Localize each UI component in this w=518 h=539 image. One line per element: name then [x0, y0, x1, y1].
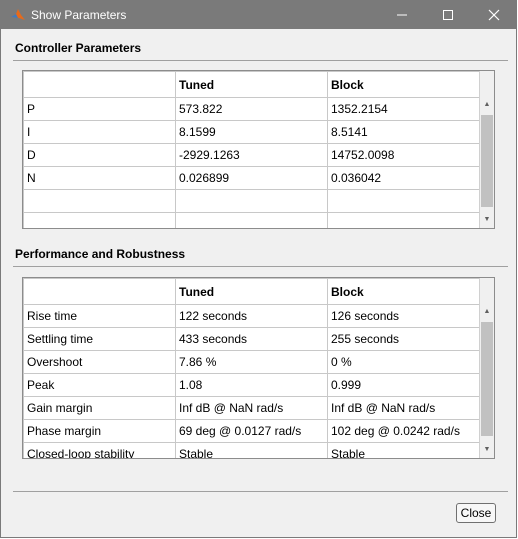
row-label: Closed-loop stability: [23, 442, 176, 458]
table-header-row: Tuned Block: [23, 71, 482, 98]
maximize-button[interactable]: [425, 1, 471, 29]
row-label: N: [23, 166, 176, 190]
tuned-value: 7.86 %: [175, 350, 328, 374]
tuned-value: 433 seconds: [175, 327, 328, 351]
block-value: 14752.0098: [327, 143, 482, 167]
scroll-down-arrow-icon[interactable]: ▼: [480, 442, 494, 458]
row-label: I: [23, 120, 176, 144]
table-row[interactable]: D -2929.1263 14752.0098: [23, 143, 482, 167]
block-value: 0 %: [327, 350, 482, 374]
row-label: Overshoot: [23, 350, 176, 374]
block-value: 0.999: [327, 373, 482, 397]
tuned-value: -2929.1263: [175, 143, 328, 167]
column-header-tuned: Tuned: [175, 71, 328, 98]
window-title: Show Parameters: [31, 8, 127, 22]
tuned-value: 8.1599: [175, 120, 328, 144]
table-header-row: Tuned Block: [23, 278, 482, 305]
close-button[interactable]: Close: [456, 503, 496, 523]
block-value: 102 deg @ 0.0242 rad/s: [327, 419, 482, 443]
tuned-value: 1.08: [175, 373, 328, 397]
tuned-value: [175, 212, 328, 228]
row-label: P: [23, 97, 176, 121]
table-row-empty[interactable]: [23, 189, 482, 213]
table-row[interactable]: Phase margin 69 deg @ 0.0127 rad/s 102 d…: [23, 419, 482, 443]
block-value: 8.5141: [327, 120, 482, 144]
close-window-button[interactable]: [471, 1, 517, 29]
minimize-button[interactable]: [379, 1, 425, 29]
table-row[interactable]: N 0.026899 0.036042: [23, 166, 482, 190]
minimize-icon: [397, 14, 407, 16]
tuned-value: [175, 189, 328, 213]
maximize-icon: [443, 10, 453, 20]
table-row[interactable]: Peak 1.08 0.999: [23, 373, 482, 397]
close-icon: [488, 9, 500, 21]
controller-parameters-table[interactable]: Tuned Block P 573.822 1352.2154 I 8.1599…: [22, 70, 495, 229]
matlab-icon: [10, 7, 26, 23]
column-header-tuned: Tuned: [175, 278, 328, 305]
table-row[interactable]: Closed-loop stability Stable Stable: [23, 442, 482, 458]
show-parameters-window: Show Parameters Controller Parameters Tu…: [0, 0, 517, 538]
block-value: 126 seconds: [327, 304, 482, 328]
table-row[interactable]: Overshoot 7.86 % 0 %: [23, 350, 482, 374]
table-row[interactable]: I 8.1599 8.5141: [23, 120, 482, 144]
performance-robustness-heading: Performance and Robustness: [15, 247, 186, 261]
block-value: Stable: [327, 442, 482, 458]
performance-robustness-table[interactable]: Tuned Block Rise time 122 seconds 126 se…: [22, 277, 495, 459]
tuned-value: Stable: [175, 442, 328, 458]
scroll-up-arrow-icon[interactable]: ▲: [480, 97, 494, 113]
column-header-block: Block: [327, 278, 482, 305]
row-label: Settling time: [23, 327, 176, 351]
tuned-value: 573.822: [175, 97, 328, 121]
row-label: Gain margin: [23, 396, 176, 420]
table-row[interactable]: Rise time 122 seconds 126 seconds: [23, 304, 482, 328]
table-row-empty[interactable]: [23, 212, 482, 228]
table-row[interactable]: P 573.822 1352.2154: [23, 97, 482, 121]
row-label: D: [23, 143, 176, 167]
block-value: Inf dB @ NaN rad/s: [327, 396, 482, 420]
tuned-value: 0.026899: [175, 166, 328, 190]
scroll-up-arrow-icon[interactable]: ▲: [480, 304, 494, 320]
row-label: Peak: [23, 373, 176, 397]
row-label: Rise time: [23, 304, 176, 328]
column-header-block: Block: [327, 71, 482, 98]
footer-divider: [13, 491, 508, 492]
divider: [13, 266, 508, 267]
column-header-name: [23, 71, 176, 98]
row-label: [23, 212, 176, 228]
vertical-scrollbar[interactable]: ▲ ▼: [479, 71, 494, 228]
title-bar[interactable]: Show Parameters: [1, 1, 516, 29]
scroll-down-arrow-icon[interactable]: ▼: [480, 212, 494, 228]
tuned-value: 122 seconds: [175, 304, 328, 328]
block-value: [327, 189, 482, 213]
block-value: 0.036042: [327, 166, 482, 190]
controller-parameters-heading: Controller Parameters: [15, 41, 142, 55]
scrollbar-thumb[interactable]: [481, 322, 493, 436]
table-row[interactable]: Gain margin Inf dB @ NaN rad/s Inf dB @ …: [23, 396, 482, 420]
divider: [13, 60, 508, 61]
table-row[interactable]: Settling time 433 seconds 255 seconds: [23, 327, 482, 351]
block-value: 255 seconds: [327, 327, 482, 351]
tuned-value: 69 deg @ 0.0127 rad/s: [175, 419, 328, 443]
tuned-value: Inf dB @ NaN rad/s: [175, 396, 328, 420]
row-label: Phase margin: [23, 419, 176, 443]
scrollbar-thumb[interactable]: [481, 115, 493, 207]
row-label: [23, 189, 176, 213]
block-value: [327, 212, 482, 228]
block-value: 1352.2154: [327, 97, 482, 121]
column-header-name: [23, 278, 176, 305]
vertical-scrollbar[interactable]: ▲ ▼: [479, 278, 494, 458]
